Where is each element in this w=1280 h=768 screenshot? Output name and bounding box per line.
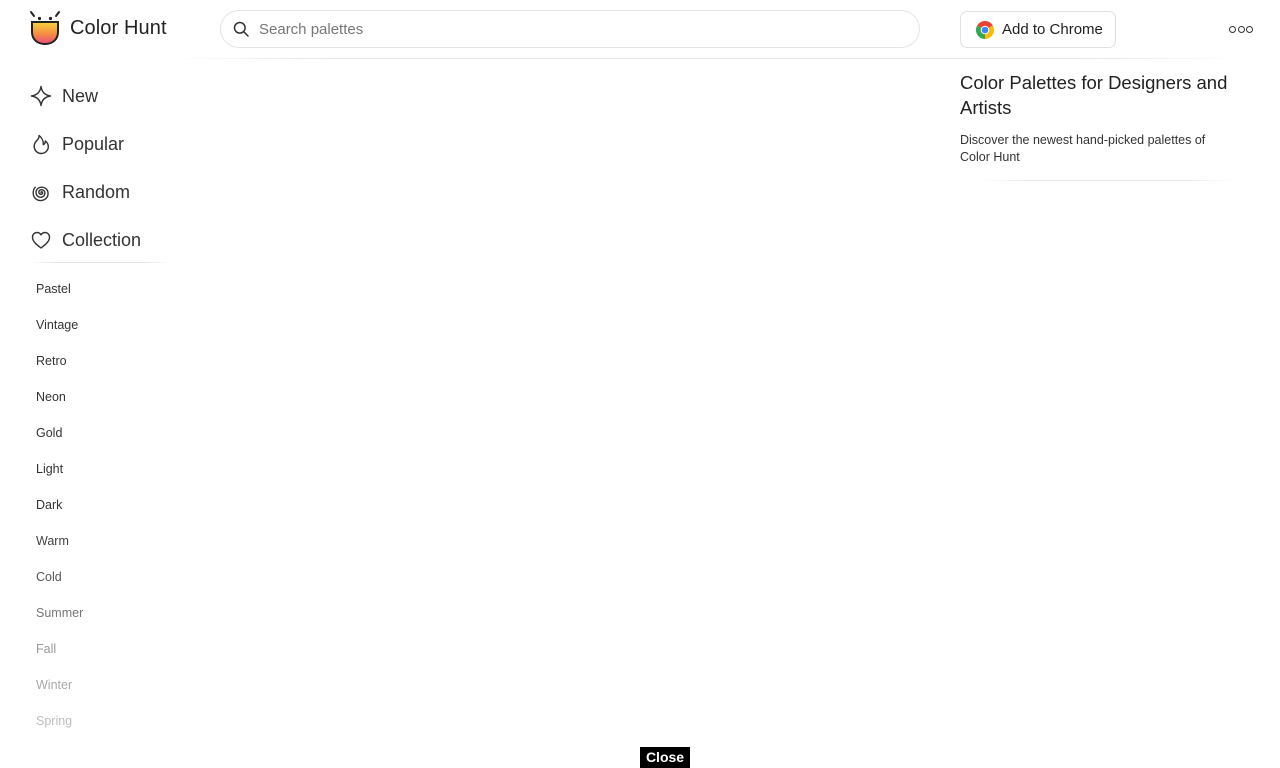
search-icon [233,21,249,37]
close-button[interactable]: Close [640,747,690,768]
add-to-chrome-button[interactable]: Add to Chrome [960,11,1116,48]
search-bar[interactable] [220,10,920,48]
tag-summer[interactable]: Summer [36,595,176,631]
flame-icon [33,134,49,155]
nav-divider [30,262,170,263]
info-title: Color Palettes for Designers and Artists [960,72,1228,118]
more-dot [1229,25,1236,33]
more-options-icon[interactable] [1229,23,1253,35]
spiral-icon [32,186,49,202]
heart-icon [31,231,51,249]
info-divider [980,180,1235,181]
tag-spring[interactable]: Spring [36,703,176,739]
nav-label: Collection [62,229,142,250]
nav-label: New [62,85,99,106]
tag-gold[interactable]: Gold [36,415,176,451]
add-to-chrome-label: Add to Chrome [1002,21,1103,38]
tag-neon[interactable]: Neon [36,379,176,415]
nav-item-random[interactable]: Random [30,168,180,216]
header: Color Hunt Add to Chrome [0,0,1280,59]
tag-light[interactable]: Light [36,451,176,487]
chrome-icon [976,20,994,39]
sparkle-icon [30,85,52,107]
info-panel: Color Palettes for Designers and Artists… [960,70,1230,166]
nav-item-popular[interactable]: Popular [30,120,180,168]
nav-item-collection[interactable]: Collection [30,216,180,264]
tag-warm[interactable]: Warm [36,523,176,559]
tag-dark[interactable]: Dark [36,487,176,523]
tag-pastel[interactable]: Pastel [36,271,176,307]
tag-fall[interactable]: Fall [36,631,176,667]
more-dot [1237,25,1245,33]
tag-winter[interactable]: Winter [36,667,176,703]
logo[interactable]: Color Hunt [28,10,167,46]
nav-item-new[interactable]: New [30,72,180,120]
info-description: Discover the newest hand-picked palettes… [960,133,1206,164]
tag-retro[interactable]: Retro [36,343,176,379]
tag-vintage[interactable]: Vintage [36,307,176,343]
nav-label: Random [62,181,131,202]
tag-cold[interactable]: Cold [36,559,176,595]
main-nav: New Popular Random Collection [30,72,180,264]
tag-list: Pastel Vintage Retro Neon Gold Light Dar… [36,271,176,739]
header-divider [170,58,1240,59]
more-dot [1246,25,1253,33]
color-hunt-logo-icon [30,11,60,46]
logo-text: Color Hunt [70,16,167,39]
search-input[interactable] [259,20,879,38]
nav-label: Popular [62,133,125,154]
